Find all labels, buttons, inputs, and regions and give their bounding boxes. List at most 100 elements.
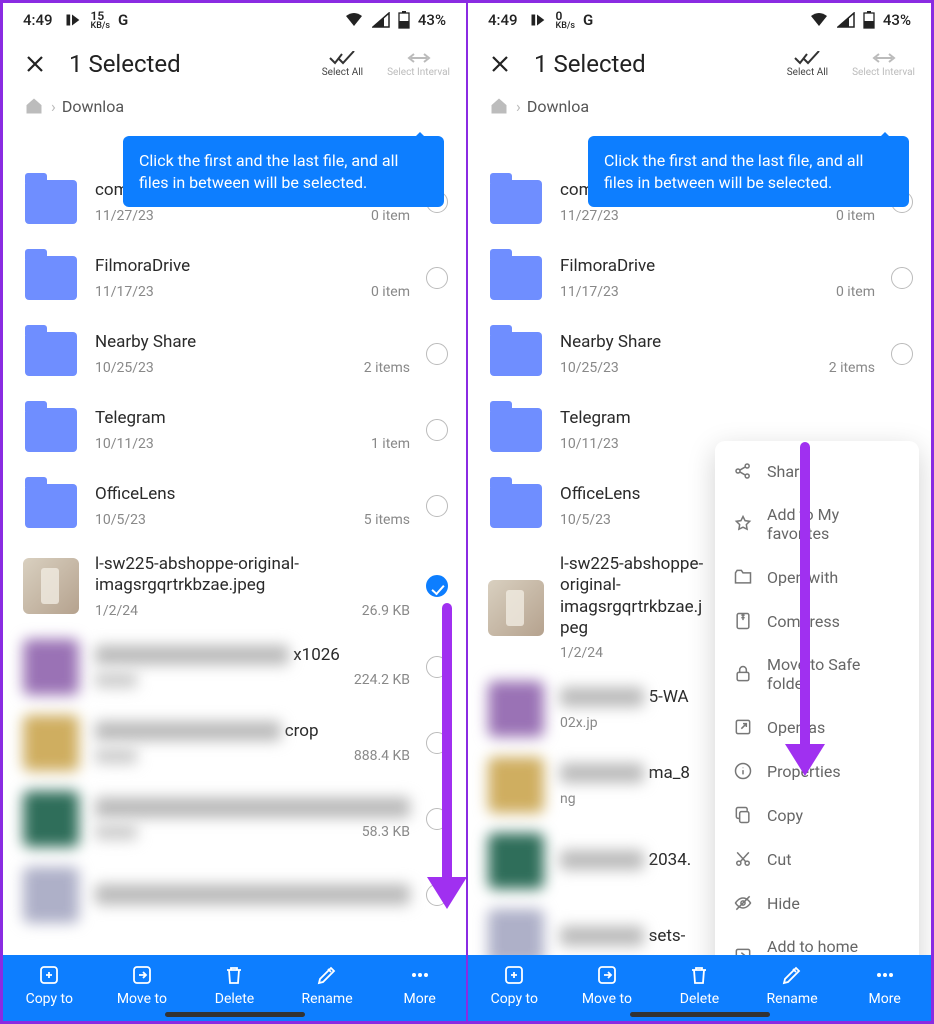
chevron-right-icon: › [516, 97, 521, 116]
image-thumbnail [23, 639, 79, 695]
close-icon[interactable] [488, 52, 512, 76]
select-all-button[interactable]: Select All [787, 49, 828, 78]
list-item[interactable]: xxxxxxxxxxxxxxxxxxxxxx crop xxxxxx888.4 … [3, 705, 466, 781]
close-icon[interactable] [23, 52, 47, 76]
menu-copy[interactable]: Copy [715, 793, 919, 837]
more-button[interactable]: More [838, 963, 931, 1007]
select-radio[interactable] [426, 343, 448, 365]
select-interval-tooltip: Click the first and the last file, and a… [123, 136, 444, 207]
screenshot-left: 4:49 15KB/s G 43% 1 Selected Select All … [0, 0, 467, 1024]
menu-favorites[interactable]: Add to My favorites [715, 493, 919, 555]
list-item[interactable]: FilmoraDrive11/17/230 item [468, 240, 931, 316]
status-bar: 4:49 15KB/s G 43% [3, 3, 466, 37]
delete-button[interactable]: Delete [188, 963, 281, 1007]
status-bar: 4:49 0KB/s G 43% [468, 3, 931, 37]
chevron-right-icon: › [51, 97, 56, 116]
net-speed: 0KB/s [556, 10, 576, 31]
folder-icon [490, 332, 542, 376]
menu-properties[interactable]: Properties [715, 749, 919, 793]
breadcrumb[interactable]: › Downloa [3, 96, 466, 122]
copy-to-button[interactable]: Copy to [3, 963, 96, 1007]
select-radio[interactable] [891, 343, 913, 365]
image-thumbnail [23, 558, 79, 614]
folder-icon [25, 256, 77, 300]
list-item[interactable]: OfficeLens 10/5/235 items [3, 468, 466, 544]
battery-icon [863, 11, 875, 29]
select-radio[interactable] [426, 267, 448, 289]
wifi-icon [344, 12, 364, 28]
menu-safe-folder[interactable]: Move to Safe folder [715, 643, 919, 705]
signal-icon [837, 12, 855, 28]
folder-icon [25, 332, 77, 376]
image-thumbnail [23, 867, 79, 923]
image-thumbnail [23, 715, 79, 771]
breadcrumb-folder[interactable]: Downloa [527, 97, 589, 116]
folder-icon [490, 408, 542, 452]
selection-header: 1 Selected Select All Select Interval [3, 37, 466, 96]
selection-header: 1 Selected Select All Select Interval [468, 37, 931, 96]
menu-cut[interactable]: Cut [715, 837, 919, 881]
select-interval-button[interactable]: Select Interval [387, 49, 450, 78]
select-radio[interactable] [426, 732, 448, 754]
folder-icon [25, 484, 77, 528]
select-radio[interactable] [426, 495, 448, 517]
more-button[interactable]: More [373, 963, 466, 1007]
breadcrumb-folder[interactable]: Downloa [62, 97, 124, 116]
more-menu: Share Add to My favorites Open with Comp… [715, 441, 919, 995]
rename-button[interactable]: Rename [281, 963, 374, 1007]
selection-count: 1 Selected [69, 50, 322, 78]
nav-pill[interactable] [630, 1012, 770, 1017]
google-icon: G [118, 11, 128, 29]
select-radio[interactable] [426, 419, 448, 441]
list-item[interactable]: Telegram 10/11/231 item [3, 392, 466, 468]
move-to-button[interactable]: Move to [96, 963, 189, 1007]
list-item[interactable]: l-sw225-abshoppe-original-imagsrgqrtrkbz… [3, 544, 466, 629]
menu-share[interactable]: Share [715, 449, 919, 493]
menu-open-as[interactable]: Open as [715, 705, 919, 749]
folder-icon [490, 484, 542, 528]
select-radio[interactable] [426, 575, 448, 597]
move-to-button[interactable]: Move to [561, 963, 654, 1007]
select-radio[interactable] [426, 884, 448, 906]
select-all-button[interactable]: Select All [322, 49, 363, 78]
home-icon[interactable] [488, 96, 510, 116]
net-speed: 15KB/s [91, 10, 111, 31]
battery-pct: 43% [418, 11, 446, 29]
folder-icon [25, 180, 77, 224]
select-radio[interactable] [891, 267, 913, 289]
clock: 4:49 [488, 11, 518, 29]
delete-button[interactable]: Delete [653, 963, 746, 1007]
folder-icon [490, 180, 542, 224]
rename-button[interactable]: Rename [746, 963, 839, 1007]
wifi-icon [809, 12, 829, 28]
folder-icon [25, 408, 77, 452]
image-thumbnail [488, 580, 544, 636]
list-item[interactable]: xxxxxxxxxxxxxxxxx xxxxxx58.3 KB [3, 781, 466, 857]
list-item[interactable]: FilmoraDrive 11/17/230 item [3, 240, 466, 316]
menu-compress[interactable]: Compress [715, 599, 919, 643]
screenshot-right: 4:49 0KB/s G 43% 1 Selected Select All S… [467, 0, 934, 1024]
selection-count: 1 Selected [534, 50, 787, 78]
list-item[interactable]: Nearby Share10/25/232 items [468, 316, 931, 392]
select-interval-tooltip: Click the first and the last file, and a… [588, 136, 909, 207]
list-item[interactable]: xxxxxxxxxxxxxxxxxxxxxxx x1026 xxxxxx224.… [3, 629, 466, 705]
list-item[interactable]: Nearby Share 10/25/232 items [3, 316, 466, 392]
select-interval-button[interactable]: Select Interval [852, 49, 915, 78]
select-radio[interactable] [426, 808, 448, 830]
menu-hide[interactable]: Hide [715, 881, 919, 925]
select-radio[interactable] [426, 656, 448, 678]
list-item[interactable]: xxxxxxxxxxxxxxxxxxxxx [3, 857, 466, 923]
menu-open-with[interactable]: Open with [715, 555, 919, 599]
google-icon: G [583, 11, 593, 29]
nav-pill[interactable] [165, 1012, 305, 1017]
home-icon[interactable] [23, 96, 45, 116]
file-list: composeCache 11/27/230 item FilmoraDrive… [3, 122, 466, 1003]
battery-icon [398, 11, 410, 29]
status-icon [526, 9, 548, 31]
status-icon [61, 9, 83, 31]
copy-to-button[interactable]: Copy to [468, 963, 561, 1007]
breadcrumb[interactable]: › Downloa [468, 96, 931, 122]
signal-icon [372, 12, 390, 28]
folder-icon [490, 256, 542, 300]
image-thumbnail [23, 791, 79, 847]
